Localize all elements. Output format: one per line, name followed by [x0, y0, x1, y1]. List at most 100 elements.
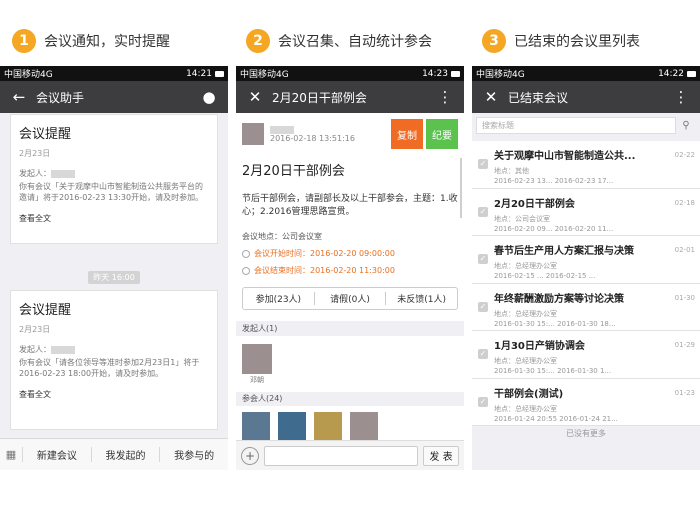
title-bar: ✕ 已结束会议 ⋮	[472, 81, 700, 113]
item-date: 02-18	[674, 198, 695, 207]
item-location: 地点：公司会议室	[494, 214, 550, 223]
item-location: 地点：总经理办公室	[494, 309, 557, 318]
step-label: 会议通知，实时提醒	[44, 34, 170, 50]
battery-icon	[451, 70, 460, 77]
meeting-description: 节后干部例会，请副部长及以上干部参会，主题：1.收心；2.2016管理思路宣贯。	[242, 194, 458, 217]
item-date: 02-22	[674, 151, 695, 159]
item-title: 干部例会(测试)	[494, 388, 564, 400]
checkbox[interactable]: ✓	[478, 349, 488, 359]
step-3-header: 3 已结束的会议里列表	[482, 28, 640, 54]
checkbox[interactable]: ✓	[478, 206, 488, 217]
avatar[interactable]	[350, 412, 378, 440]
search-input[interactable]: 搜索标题	[476, 116, 676, 134]
avatar[interactable]	[242, 412, 270, 440]
item-datetime: 2016-01-24 20:55 2016-01-24 21...	[494, 414, 618, 423]
item-datetime: 2016-01-30 15:... 2016-01-30 18...	[494, 319, 616, 328]
user-profile-icon[interactable]: ●	[198, 88, 220, 106]
message-bar: + 发 表	[236, 440, 464, 470]
start-time-text: 会议开始时间：2016-02-20 09:00:00	[254, 249, 395, 258]
phone-ended-meetings: 中国移动4G 14:22 ✕ 已结束会议 ⋮ 搜索标题 ⚲ ✓ 关于观摩中山市智…	[472, 66, 700, 470]
card-initiator: 发起人：	[19, 168, 209, 179]
avatar[interactable]	[314, 412, 342, 440]
list-item[interactable]: ✓ 年终薪酬激励方案等讨论决策 地点：总经理办公室 2016-01-30 15:…	[472, 283, 700, 331]
initiator-name: 邓朝	[250, 376, 264, 384]
list-item[interactable]: ✓ 1月30日产销协调会 地点：总经理办公室 2016-01-30 15:...…	[472, 331, 700, 379]
tab-my-participated[interactable]: 我参与的	[159, 447, 228, 462]
list-item[interactable]: ✓ 干部例会(测试) 地点：总经理办公室 2016-01-24 20:55 20…	[472, 378, 700, 426]
close-icon[interactable]: ✕	[244, 88, 266, 106]
item-title: 1月30日产销协调会	[494, 341, 585, 352]
keyboard-icon[interactable]: ▦	[0, 448, 22, 461]
item-datetime: 2016-02-15 ... 2016-02-15 ...	[494, 272, 596, 280]
close-icon[interactable]: ✕	[480, 88, 502, 106]
step-number-badge: 1	[12, 29, 36, 53]
page-title: 已结束会议	[508, 90, 569, 105]
item-location: 地点：总经理办公室	[494, 262, 557, 270]
blurred-name	[51, 169, 75, 178]
item-title: 春节后生产用人方案汇报与决策	[494, 246, 634, 257]
more-options-icon[interactable]: ⋮	[670, 88, 692, 106]
battery-icon	[215, 70, 224, 77]
checkbox[interactable]: ✓	[478, 254, 488, 264]
blurred-name	[51, 345, 75, 354]
step-label: 会议召集、自动统计参会	[278, 34, 432, 50]
back-arrow-icon[interactable]: ←	[8, 88, 30, 106]
item-datetime: 2016-02-20 09... 2016-02-20 11...	[494, 224, 614, 233]
participants-section-header: 参会人(24)	[236, 392, 464, 406]
item-location: 地点：其他	[494, 167, 529, 175]
tab-my-initiated[interactable]: 我发起的	[90, 447, 160, 462]
more-options-icon[interactable]: ⋮	[434, 88, 456, 106]
title-bar: ✕ 2月20日干部例会 ⋮	[236, 81, 464, 113]
item-location: 地点：总经理办公室	[494, 404, 557, 413]
card-initiator: 发起人：	[19, 344, 209, 355]
avatar[interactable]	[242, 344, 272, 374]
step-number-badge: 2	[246, 29, 270, 53]
send-button[interactable]: 发 表	[423, 445, 459, 466]
checkbox[interactable]: ✓	[478, 301, 488, 312]
scrollbar[interactable]	[460, 158, 462, 218]
meeting-end-time: 会议结束时间：2016-02-20 11:30:00	[242, 265, 458, 276]
checkbox[interactable]: ✓	[478, 159, 488, 169]
tab-no-response[interactable]: 未反馈(1人)	[385, 292, 457, 305]
item-datetime: 2016-01-30 15:... 2016-01-30 1...	[494, 367, 612, 375]
card-date: 2月23日	[19, 325, 51, 334]
search-icon[interactable]: ⚲	[676, 120, 696, 131]
item-title: 2月20日干部例会	[494, 198, 575, 210]
checkbox[interactable]: ✓	[478, 396, 488, 407]
list-item[interactable]: ✓ 关于观摩中山市智能制造公共... 地点：其他 2016-02-23 13..…	[472, 141, 700, 189]
message-input[interactable]	[264, 445, 418, 466]
initiator-section-header: 发起人(1)	[236, 322, 464, 336]
meeting-reminder-card[interactable]: 会议提醒 2月23日 发起人： 你有会议「关于观摩中山市智能制造公共服务平台的邀…	[10, 114, 218, 244]
tab-leave[interactable]: 请假(0人)	[313, 292, 386, 305]
avatar[interactable]	[278, 412, 306, 440]
clock-time: 14:23	[422, 68, 448, 79]
view-full-text-link[interactable]: 查看全文	[19, 213, 209, 224]
no-more-label: 已没有更多	[566, 429, 606, 438]
initiator-label: 发起人：	[19, 169, 51, 178]
time-separator: 昨天 16:00	[88, 271, 140, 284]
plus-icon[interactable]: +	[241, 446, 259, 465]
clock-time: 14:22	[658, 68, 684, 79]
list-item[interactable]: ✓ 春节后生产用人方案汇报与决策 地点：总经理办公室 2016-02-15 ..…	[472, 236, 700, 284]
minutes-button[interactable]: 纪要	[426, 119, 458, 149]
step-label: 已结束的会议里列表	[514, 34, 640, 50]
step-2-header: 2 会议召集、自动统计参会	[246, 28, 432, 54]
meeting-location: 会议地点：公司会议室	[242, 232, 322, 241]
meeting-reminder-card[interactable]: 会议提醒 2月23日 发起人： 你有会议「请各位领导等准时参加2月23日1」将于…	[10, 290, 218, 430]
carrier-label: 中国移动4G	[476, 70, 525, 80]
phone-meeting-assistant: 中国移动4G 14:21 ← 会议助手 ● 会议提醒 2月23日 发起人： 你有…	[0, 66, 228, 470]
tab-attending[interactable]: 参加(23人)	[243, 292, 314, 305]
meeting-header: 2016-02-18 13:51:16 复制 纪要	[236, 113, 464, 155]
battery-icon	[687, 70, 696, 77]
list-item[interactable]: ✓ 2月20日干部例会 地点：公司会议室 2016-02-20 09... 20…	[472, 188, 700, 236]
item-title: 关于观摩中山市智能制造公共...	[494, 151, 636, 162]
meeting-meta: 2016-02-18 13:51:16	[270, 125, 391, 143]
item-date: 01-30	[674, 293, 695, 302]
meeting-start-time: 会议开始时间：2016-02-20 09:00:00	[242, 248, 458, 259]
end-time-text: 会议结束时间：2016-02-20 11:30:00	[254, 266, 395, 275]
view-full-text-link[interactable]: 查看全文	[19, 389, 209, 400]
card-title: 会议提醒	[19, 303, 72, 318]
copy-button[interactable]: 复制	[391, 119, 423, 149]
status-bar: 中国移动4G 14:23	[236, 66, 464, 81]
tab-new-meeting[interactable]: 新建会议	[22, 447, 91, 462]
